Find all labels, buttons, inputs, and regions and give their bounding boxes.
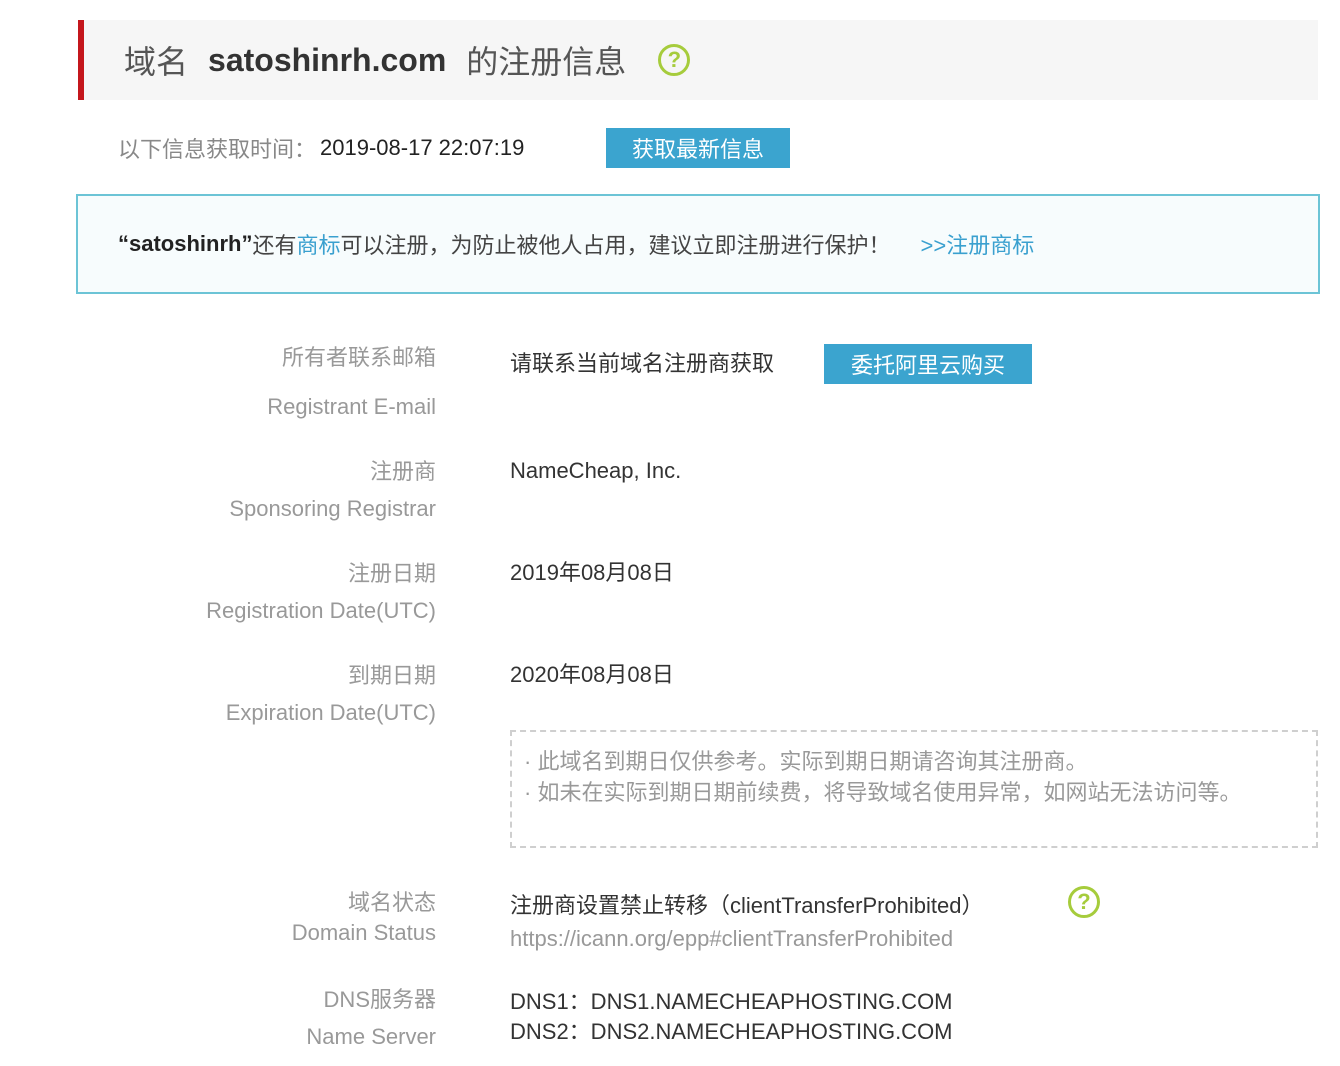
trademark-word-link[interactable]: 商标 [296, 228, 340, 260]
email-value: 请联系当前域名注册商获取 [510, 351, 775, 376]
registrar-label-en: Sponsoring Registrar [229, 496, 436, 521]
dns2-value: DNS2：DNS2.NAMECHEAPHOSTING.COM [510, 1019, 953, 1044]
dns1-value: DNS1：DNS1.NAMECHEAPHOSTING.COM [510, 989, 953, 1014]
notice-text-1: 还有 [252, 233, 297, 258]
registrar-label-cn: 注册商 [369, 459, 436, 484]
dns-label-cn: DNS服务器 [323, 987, 436, 1012]
fetch-time-label: 以下信息获取时间： [118, 137, 317, 162]
email-label-en: Registrant E-mail [267, 394, 436, 419]
refresh-info-button[interactable]: 获取最新信息 [606, 128, 790, 168]
email-label-cn: 所有者联系邮箱 [281, 345, 436, 370]
registrar-value: NameCheap, Inc. [510, 458, 682, 483]
fetch-time-value: 2019-08-17 22:07:19 [320, 135, 525, 160]
title-prefix: 域名 [124, 44, 189, 80]
notice-text-2: 可以注册，为防止被他人占用，建议立即注册进行保护！ [340, 233, 891, 258]
registration-date-label-cn: 注册日期 [347, 561, 436, 586]
title-suffix: 的注册信息 [466, 44, 627, 80]
title-domain: satoshinrh.com [208, 41, 447, 78]
page-title-bar: 域名 satoshinrh.com 的注册信息 ? [78, 20, 1318, 100]
expiration-date-label-cn: 到期日期 [347, 663, 436, 688]
note-line-2: · 如未在实际到期日期前续费，将导致域名使用异常，如网站无法访问等。 [524, 780, 1242, 805]
trademark-name: “satoshinrh” [118, 231, 253, 256]
status-label-cn: 域名状态 [347, 890, 436, 915]
aliyun-buy-button[interactable]: 委托阿里云购买 [824, 344, 1032, 384]
register-trademark-link[interactable]: >>注册商标 [921, 228, 1035, 260]
expiration-note: · 此域名到期日仅供参考。实际到期日期请咨询其注册商。 · 如未在实际到期日期前… [510, 730, 1318, 848]
trademark-notice: “satoshinrh” 还有 商标 可以注册，为防止被他人占用，建议立即注册进… [76, 194, 1320, 294]
question-circle-icon[interactable]: ? [658, 44, 691, 76]
expiration-date-value: 2020年08月08日 [510, 662, 674, 687]
registration-date-value: 2019年08月08日 [510, 560, 674, 585]
status-value: 注册商设置禁止转移（clientTransferProhibited） [510, 893, 984, 918]
registration-date-label-en: Registration Date(UTC) [206, 598, 436, 623]
status-label-en: Domain Status [291, 920, 436, 945]
dns-label-en: Name Server [306, 1024, 436, 1049]
status-url: https://icann.org/epp#clientTransferProh… [510, 926, 954, 951]
expiration-date-label-en: Expiration Date(UTC) [225, 700, 436, 725]
question-circle-icon[interactable]: ? [1068, 886, 1100, 918]
fetch-time-row: 以下信息获取时间： 2019-08-17 22:07:19 [118, 128, 524, 168]
note-line-1: · 此域名到期日仅供参考。实际到期日期请咨询其注册商。 [524, 749, 1088, 774]
